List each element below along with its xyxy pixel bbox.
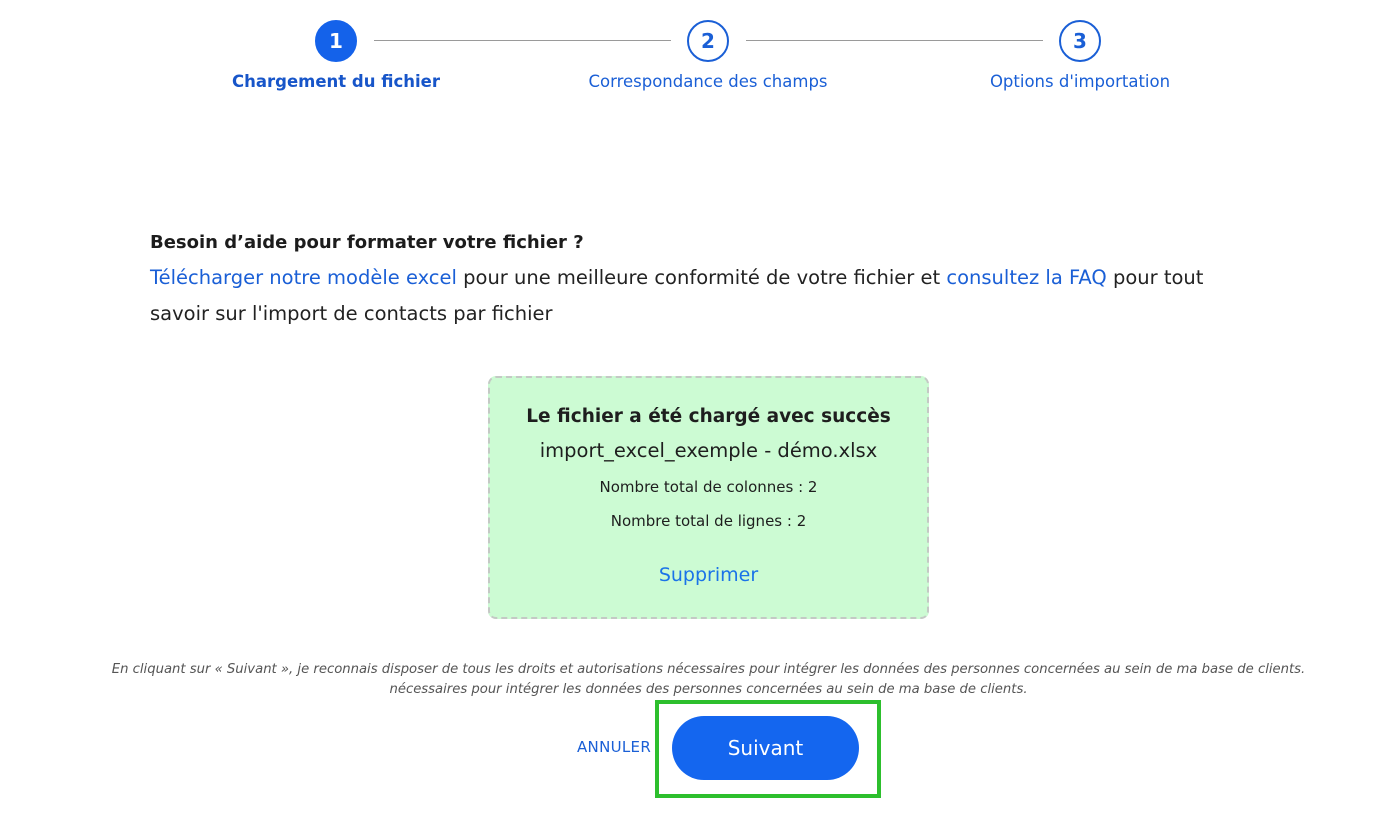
consent-disclaimer: En cliquant sur « Suivant », je reconnai…: [40, 660, 1377, 700]
step-3-label[interactable]: Options d'importation: [920, 72, 1240, 91]
step-3-number: 3: [1073, 29, 1087, 53]
disclaimer-line-1: En cliquant sur « Suivant », je reconnai…: [111, 662, 1306, 677]
help-text: Télécharger notre modèle excel pour une …: [150, 260, 1250, 332]
step-2-indicator[interactable]: 2: [687, 20, 729, 62]
step-connector-2-3: [746, 40, 1043, 41]
step-connector-1-2: [374, 40, 671, 41]
cancel-button[interactable]: ANNULER: [577, 738, 651, 756]
column-count: Nombre total de colonnes : 2: [599, 478, 818, 496]
step-2-label[interactable]: Correspondance des champs: [548, 72, 868, 91]
disclaimer-line-2: nécessaires pour intégrer les données de…: [389, 682, 1028, 697]
upload-status: Le fichier a été chargé avec succès: [526, 406, 891, 427]
help-title: Besoin d’aide pour formater votre fichie…: [150, 232, 584, 253]
help-section: Besoin d’aide pour formater votre fichie…: [150, 230, 1250, 332]
next-button[interactable]: Suivant: [672, 716, 859, 780]
import-wizard-page: 1 2 3 Chargement du fichier Correspondan…: [0, 0, 1382, 824]
help-text-middle: pour une meilleure conformité de votre f…: [456, 266, 947, 289]
import-stepper: 1 2 3 Chargement du fichier Correspondan…: [0, 20, 1382, 100]
step-2-number: 2: [701, 29, 715, 53]
step-3-indicator[interactable]: 3: [1059, 20, 1101, 62]
step-1-label[interactable]: Chargement du fichier: [176, 72, 496, 91]
faq-link[interactable]: consultez la FAQ: [946, 266, 1106, 289]
download-template-link[interactable]: Télécharger notre modèle excel: [150, 266, 457, 289]
uploaded-file-name: import_excel_exemple - démo.xlsx: [539, 439, 878, 462]
step-1-number: 1: [329, 29, 343, 53]
upload-success-box: Le fichier a été chargé avec succès impo…: [488, 376, 929, 619]
row-count: Nombre total de lignes : 2: [610, 512, 807, 530]
step-1-indicator[interactable]: 1: [315, 20, 357, 62]
delete-file-link[interactable]: Supprimer: [659, 564, 758, 586]
